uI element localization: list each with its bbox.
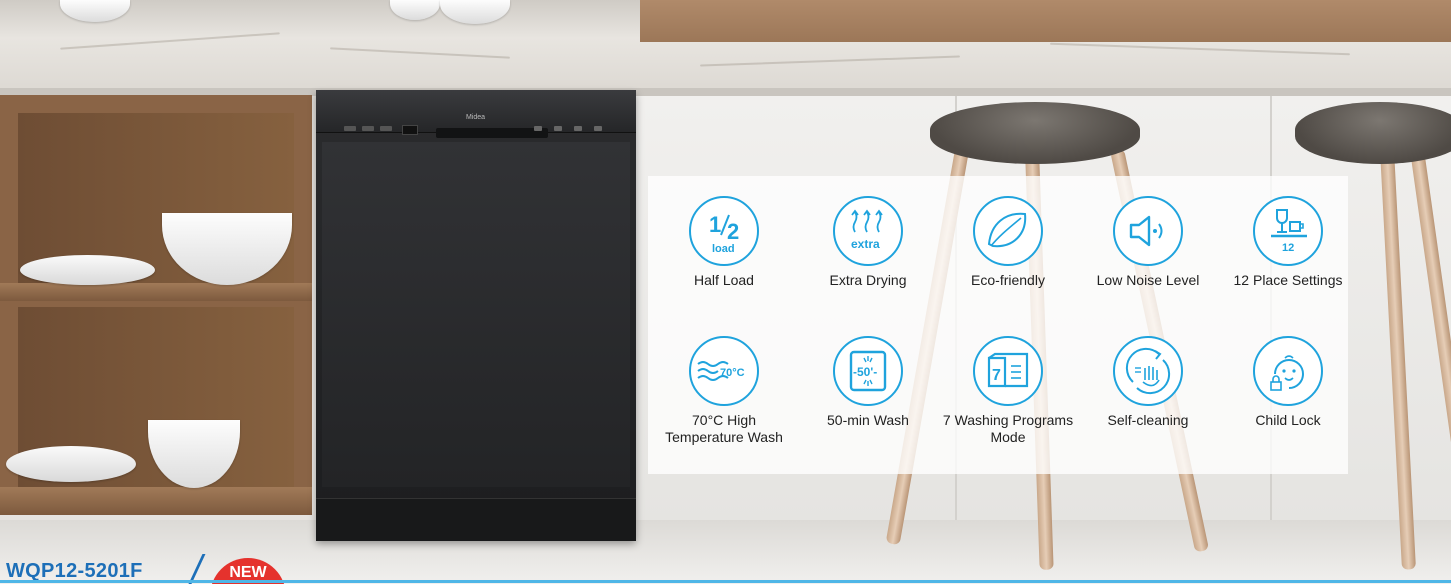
- child-lock-icon: [1253, 336, 1323, 406]
- speaker-icon: [1113, 196, 1183, 266]
- features-panel: 1 2 load Half Load extra Extra Drying Ec…: [648, 176, 1348, 474]
- feature-high-temperature: 70°C 70°C High Temperature Wash: [654, 336, 794, 446]
- svg-text:1: 1: [709, 212, 721, 237]
- self-cleaning-icon: [1113, 336, 1183, 406]
- feature-50-min-wash: -50'- 50-min Wash: [798, 336, 938, 429]
- stacked-plates: [20, 255, 155, 285]
- high-temperature-icon-text: 70°C: [720, 367, 745, 379]
- feature-label: 12 Place Settings: [1233, 272, 1343, 288]
- extra-drying-icon-text: extra: [851, 237, 880, 251]
- bar-stool-seat: [930, 102, 1140, 164]
- half-load-icon-text: load: [712, 243, 735, 255]
- bar-stool-seat: [1295, 102, 1451, 164]
- wood-countertop: [640, 0, 1451, 42]
- stacked-plates: [6, 446, 136, 482]
- feature-label: 50-min Wash: [827, 412, 909, 428]
- half-load-icon: 1 2 load: [689, 196, 759, 266]
- dishwasher: Midea: [316, 90, 636, 541]
- feature-eco-friendly: Eco-friendly: [938, 196, 1078, 289]
- feature-label: 70°C High Temperature Wash: [665, 412, 783, 445]
- control-display: [402, 125, 418, 135]
- timer-wash-icon-text: -50'-: [853, 365, 877, 379]
- feature-label: 7 Washing Programs Mode: [942, 412, 1074, 445]
- feature-label: Eco-friendly: [971, 272, 1045, 288]
- feature-label: Self-cleaning: [1107, 412, 1189, 428]
- feature-label: Extra Drying: [829, 272, 907, 288]
- svg-text:2: 2: [727, 219, 739, 244]
- feature-label: Low Noise Level: [1096, 272, 1200, 288]
- feature-low-noise: Low Noise Level: [1078, 196, 1218, 289]
- feature-washing-programs: 7 7 Washing Programs Mode: [938, 336, 1078, 446]
- bottom-accent-line: [0, 580, 1451, 583]
- product-banner: Midea 1 2 load Half Load extra Extra Dry…: [0, 0, 1451, 584]
- eco-leaf-icon: [973, 196, 1043, 266]
- door-handle: [436, 128, 548, 138]
- kick-plate: [316, 498, 636, 541]
- programs-icon-text: 7: [992, 367, 1001, 384]
- feature-extra-drying: extra Extra Drying: [798, 196, 938, 289]
- extra-drying-icon: extra: [833, 196, 903, 266]
- feature-label: Child Lock: [1255, 412, 1321, 428]
- place-settings-icon-text: 12: [1282, 242, 1294, 254]
- timer-wash-icon: -50'-: [833, 336, 903, 406]
- feature-label: Half Load: [694, 272, 754, 288]
- dishwasher-door: [322, 142, 630, 487]
- programs-icon: 7: [973, 336, 1043, 406]
- feature-self-cleaning: Self-cleaning: [1078, 336, 1218, 429]
- brand-logo: Midea: [466, 114, 486, 121]
- feature-child-lock: Child Lock: [1218, 336, 1358, 429]
- place-settings-icon: 12: [1253, 196, 1323, 266]
- high-temperature-icon: 70°C: [689, 336, 759, 406]
- feature-place-settings: 12 12 Place Settings: [1218, 196, 1358, 289]
- feature-half-load: 1 2 load Half Load: [654, 196, 794, 289]
